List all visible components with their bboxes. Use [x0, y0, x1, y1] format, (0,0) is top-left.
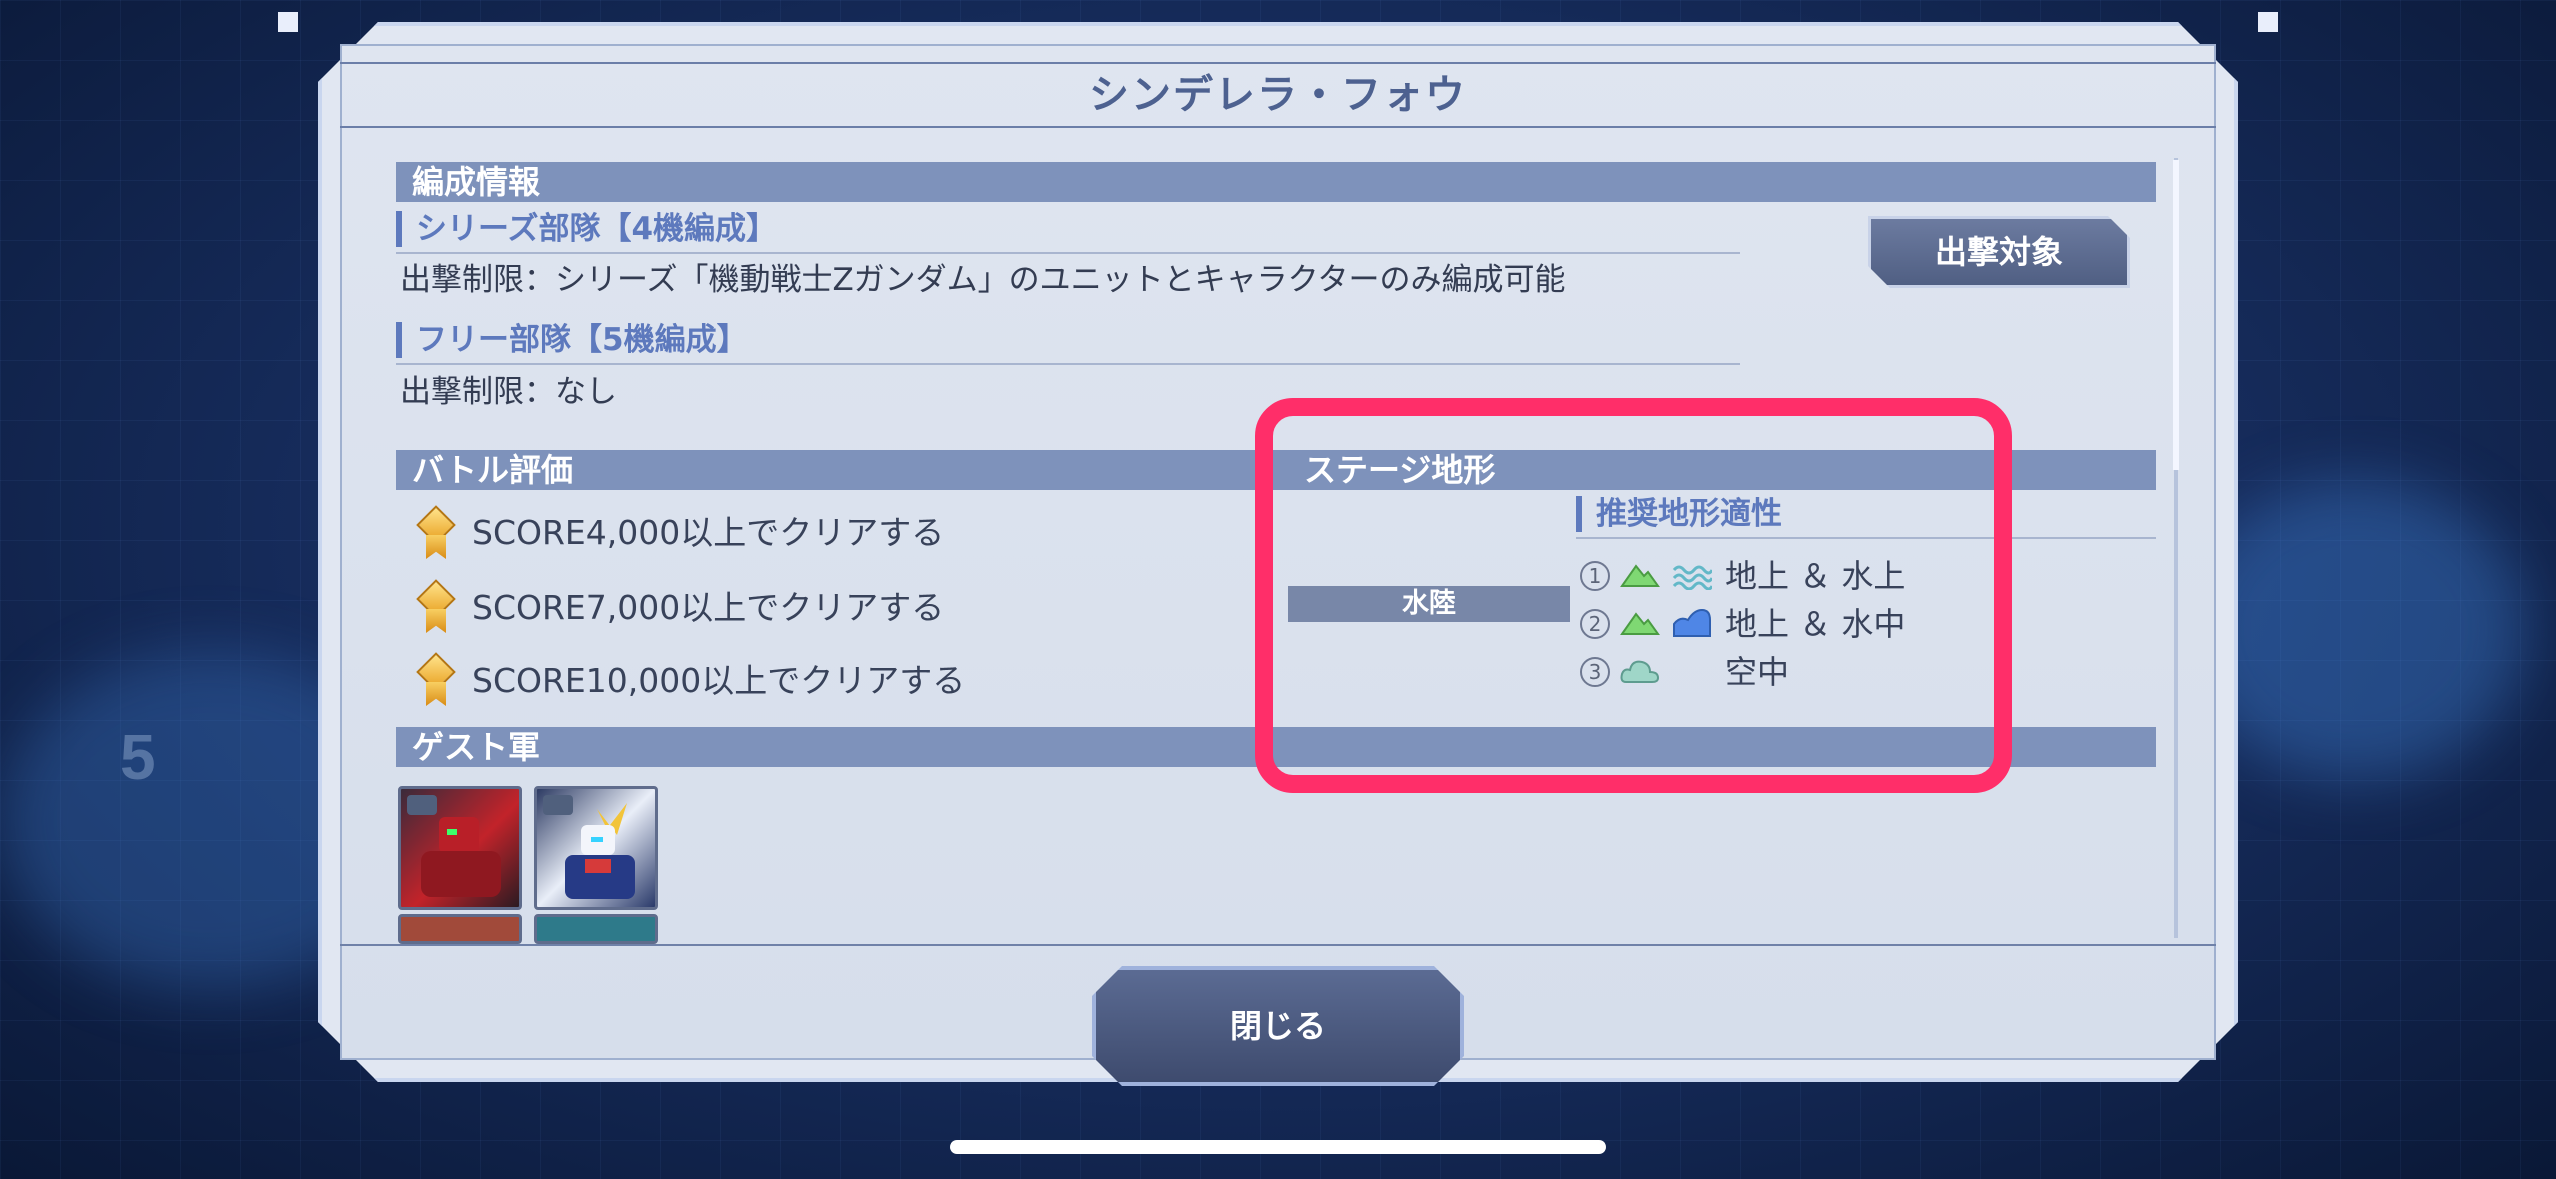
divider — [396, 252, 1740, 254]
scrollbar-thumb[interactable] — [2173, 160, 2179, 470]
frame-corner-top-right — [2258, 12, 2278, 32]
highlight-box — [1255, 398, 2012, 793]
unit-level-badge — [543, 795, 573, 815]
guest-unit-2[interactable] — [534, 786, 658, 910]
battle-eval-header-label: バトル評価 — [412, 451, 573, 489]
score-condition-3: SCORE10,000以上でクリアする — [472, 661, 966, 700]
sortie-target-button[interactable]: 出撃対象 — [1868, 216, 2130, 288]
medal-icon — [416, 579, 456, 637]
unit-level-badge — [407, 795, 437, 815]
home-indicator[interactable] — [950, 1140, 1606, 1154]
medal-icon — [416, 505, 456, 563]
score-condition-1: SCORE4,000以上でクリアする — [472, 513, 945, 552]
guest-unit-1[interactable] — [398, 786, 522, 910]
guest-unit-4[interactable] — [534, 914, 658, 944]
dialog-title: シンデレラ・フォウ — [1089, 72, 1467, 118]
medal-icon — [416, 652, 456, 710]
guest-unit-3[interactable] — [398, 914, 522, 944]
content-bottom-divider — [340, 944, 2216, 946]
series-restriction-text: 出撃制限：シリーズ「機動戦士Zガンダム」のユニットとキャラクターのみ編成可能 — [400, 262, 1566, 298]
free-squad-label: フリー部隊【5機編成】 — [396, 322, 748, 358]
section-header-formation: 編成情報 — [396, 162, 2156, 202]
free-restriction-text: 出撃制限：なし — [400, 374, 617, 410]
score-condition-2: SCORE7,000以上でクリアする — [472, 588, 945, 627]
divider — [396, 363, 1740, 365]
frame-corner-top-left — [278, 12, 298, 32]
close-button[interactable]: 閉じる — [1092, 966, 1464, 1086]
series-squad-label: シリーズ部隊【4機編成】 — [396, 211, 777, 247]
background-digit: 5 — [120, 721, 156, 793]
